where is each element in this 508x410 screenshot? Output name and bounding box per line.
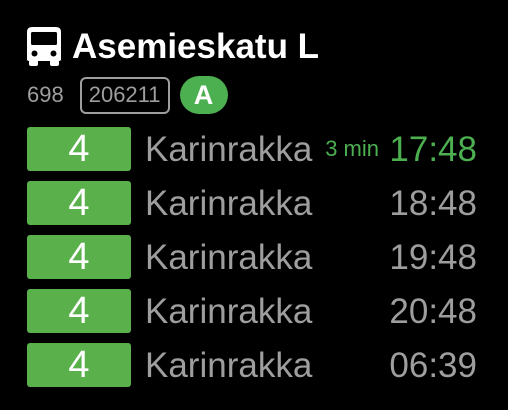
destination-label: Karinrakka (145, 183, 313, 223)
stop-number: 698 (27, 82, 64, 107)
departure-time: 17:48 (389, 129, 477, 169)
destination-label: Karinrakka (145, 237, 313, 277)
route-badge: 4 (27, 289, 131, 333)
countdown-label: 3 min (325, 136, 379, 161)
departure-row[interactable]: 4 Karinrakka 18:48 (27, 181, 483, 225)
departure-row[interactable]: 4 Karinrakka 19:48 (27, 235, 483, 279)
route-badge: 4 (27, 235, 131, 279)
stop-code-badge: 206211 (79, 76, 170, 114)
stop-header: Asemieskatu L (26, 22, 319, 70)
departure-row[interactable]: 4 Karinrakka 20:48 (27, 289, 483, 333)
departure-row[interactable]: 4 Karinrakka 06:39 (27, 343, 483, 387)
stop-name: Asemieskatu L (72, 26, 320, 66)
departure-time: 18:48 (389, 183, 477, 223)
departure-row[interactable]: 4 Karinrakka 3 min 17:48 (27, 127, 483, 171)
destination-label: Karinrakka (145, 345, 313, 385)
departure-time: 20:48 (389, 291, 477, 331)
departure-time: 19:48 (389, 237, 477, 277)
stop-meta: 698 206211 A (27, 76, 228, 114)
destination-label: Karinrakka (145, 129, 313, 169)
route-badge: 4 (27, 127, 131, 171)
departure-list: 4 Karinrakka 3 min 17:48 4 Karinrakka 18… (27, 127, 483, 397)
bus-icon (27, 27, 61, 66)
destination-label: Karinrakka (145, 291, 313, 331)
route-badge: 4 (27, 343, 131, 387)
route-badge: 4 (27, 181, 131, 225)
zone-badge: A (179, 76, 228, 114)
departure-time: 06:39 (389, 345, 477, 385)
